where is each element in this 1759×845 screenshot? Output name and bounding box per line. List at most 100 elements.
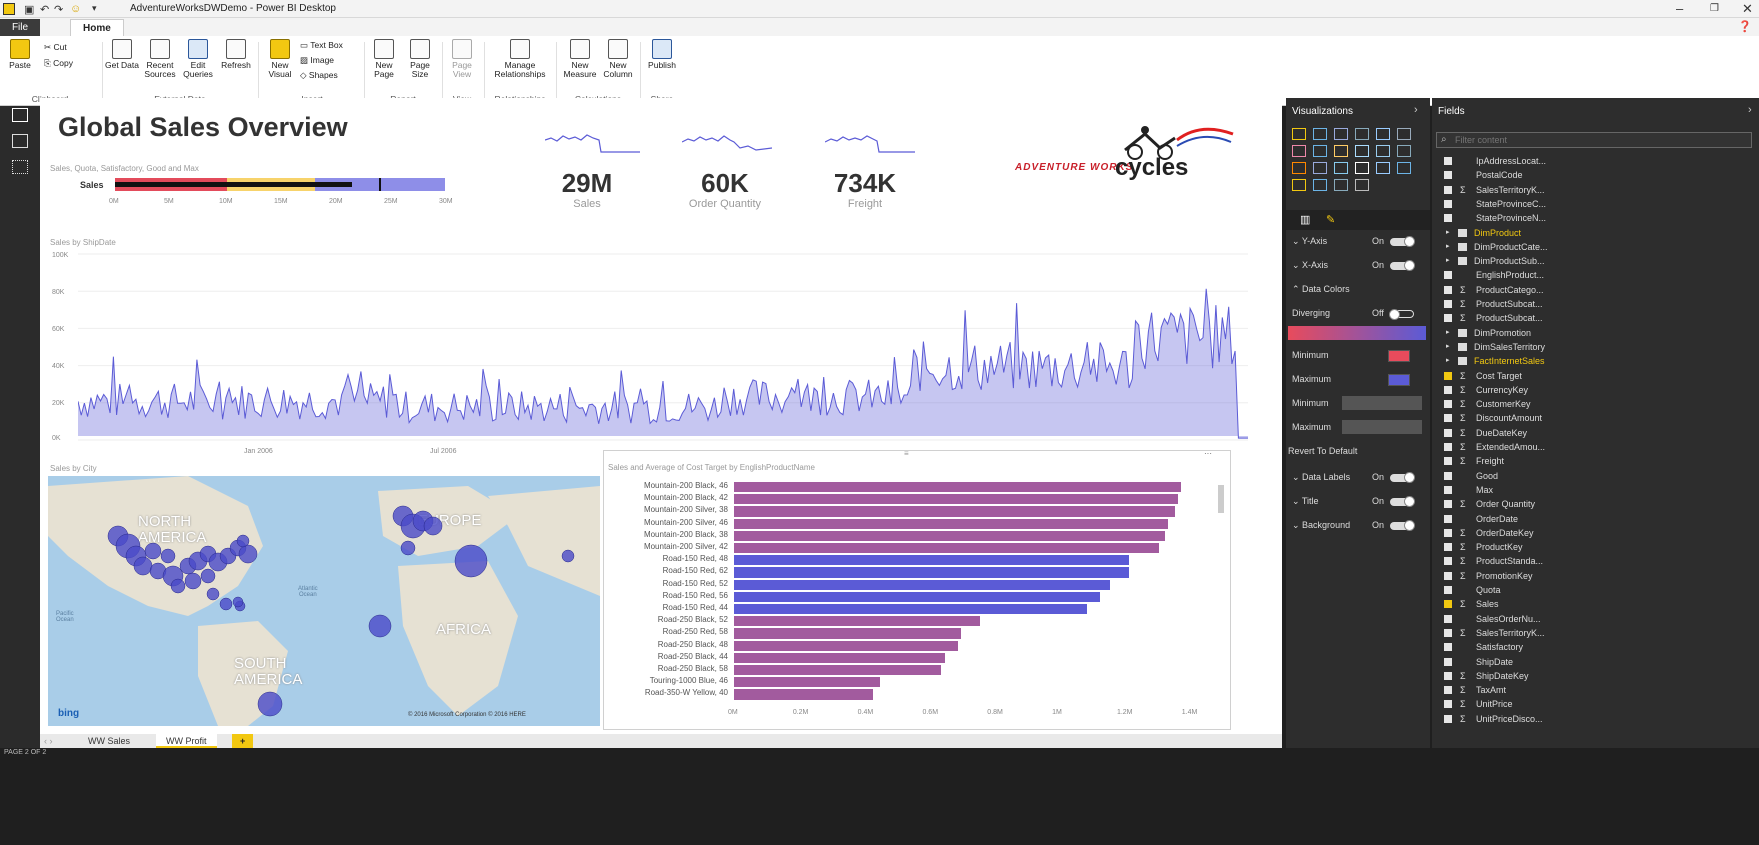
field-checkbox[interactable] [1444,400,1452,409]
bar[interactable] [734,652,945,663]
copy-button[interactable]: ⎘ Copy [44,58,73,69]
field-table-row[interactable]: ▸ DimSalesTerritory [1436,340,1756,354]
visual-type-icon[interactable] [1313,128,1327,140]
restore-button[interactable]: ❐ [1710,3,1719,14]
field-checkbox[interactable] [1444,700,1452,709]
field-checkbox[interactable] [1444,314,1452,323]
field-row[interactable]: Σ ProductKey [1436,540,1756,554]
field-table-row[interactable]: ▸ DimPromotion [1436,326,1756,340]
visual-type-icon[interactable] [1292,145,1306,157]
refresh-button[interactable]: Refresh [218,39,254,70]
bar[interactable] [734,543,1159,554]
field-row[interactable]: Σ Sales [1436,597,1756,611]
field-checkbox[interactable] [1444,714,1452,723]
field-table-row[interactable]: ▸ DimProduct [1436,226,1756,240]
field-checkbox[interactable] [1444,485,1452,494]
field-row[interactable]: Max [1436,483,1756,497]
bar[interactable] [734,591,1101,602]
field-checkbox[interactable] [1444,514,1452,523]
image-button[interactable]: ▨ Image [300,55,334,66]
page-tab-ww-sales[interactable]: WW Sales [78,734,140,748]
bar-chart-scrollbar[interactable] [1218,485,1224,513]
field-checkbox[interactable] [1444,300,1452,308]
expand-table-icon[interactable]: ▸ [1446,254,1450,268]
field-row[interactable]: EnglishProduct... [1436,268,1756,282]
field-row[interactable]: Σ UnitPriceDisco... [1436,712,1756,726]
publish-button[interactable]: Publish [644,39,680,70]
visual-type-icon[interactable] [1313,179,1327,191]
page-view-button[interactable]: Page View [444,39,480,79]
visual-type-icon[interactable] [1397,162,1411,174]
page-size-button[interactable]: Page Size [402,39,438,79]
help-icon[interactable]: ❓ [1738,20,1752,33]
new-column-button[interactable]: New Column [600,39,636,79]
field-row[interactable]: StateProvinceN... [1436,211,1756,225]
drag-handle-icon[interactable]: ≡ [904,449,909,458]
field-table-row[interactable]: ▸ DimProductSub... [1436,254,1756,268]
field-checkbox[interactable] [1444,428,1452,437]
cut-button[interactable]: ✂ Cut [44,42,67,53]
field-checkbox[interactable] [1444,571,1452,580]
data-labels-toggle[interactable] [1390,472,1415,483]
field-row[interactable]: PostalCode [1436,168,1756,182]
bar[interactable] [734,506,1175,517]
expand-table-icon[interactable]: ▸ [1446,326,1450,340]
customize-quick-access-icon[interactable]: ▾ [92,3,97,14]
format-data-labels[interactable]: ⌄ Data Labels [1292,472,1350,483]
visual-type-icon[interactable] [1397,145,1411,157]
data-view-icon[interactable] [12,134,28,148]
bar[interactable] [734,665,942,676]
fields-search-input[interactable] [1455,134,1735,146]
bar[interactable] [734,689,874,700]
tab-file[interactable]: File [0,19,40,36]
visual-type-icon[interactable] [1376,162,1390,174]
expand-table-icon[interactable]: ▸ [1446,340,1450,354]
field-row[interactable]: Good [1436,469,1756,483]
manage-relationships-button[interactable]: Manage Relationships [490,39,550,79]
field-checkbox[interactable] [1444,271,1452,280]
field-checkbox[interactable] [1444,457,1452,466]
new-page-button[interactable]: New Page [366,39,402,79]
field-checkbox[interactable] [1444,157,1452,165]
report-view-icon[interactable] [12,108,28,122]
expand-table-icon[interactable]: ▸ [1446,226,1450,240]
field-row[interactable]: Σ ProductCatego... [1436,283,1756,297]
bar[interactable] [734,628,961,639]
maximum-color-picker[interactable] [1388,374,1410,386]
field-checkbox[interactable] [1444,471,1452,480]
visual-type-icon[interactable] [1397,128,1411,140]
bar[interactable] [734,482,1182,493]
y-axis-toggle[interactable] [1390,236,1415,247]
more-options-icon[interactable]: ··· [1204,449,1212,458]
format-title[interactable]: ⌄ Title [1292,496,1319,507]
field-checkbox[interactable] [1444,586,1452,594]
save-icon[interactable]: ▣ [24,3,34,16]
text-box-button[interactable]: ▭ Text Box [300,40,343,51]
bar[interactable] [734,616,981,627]
x-axis-toggle[interactable] [1390,260,1415,271]
collapse-fields-icon[interactable]: › [1748,104,1752,116]
tab-home[interactable]: Home [70,19,124,36]
format-background[interactable]: ⌄ Background [1292,520,1350,531]
field-checkbox[interactable] [1444,199,1452,208]
field-row[interactable]: Σ ProductSubcat... [1436,311,1756,325]
field-table-row[interactable]: ▸ FactInternetSales [1436,354,1756,368]
collapse-pane-icon[interactable]: › [1414,104,1418,116]
bar[interactable] [734,567,1130,578]
field-row[interactable]: Σ ProductSubcat... [1436,297,1756,311]
field-row[interactable]: IpAddressLocat... [1436,154,1756,168]
visual-type-icon[interactable] [1334,128,1348,140]
minimum-value-input[interactable] [1342,396,1422,410]
field-row[interactable]: Σ OrderDateKey [1436,526,1756,540]
visual-type-icon[interactable] [1355,128,1369,140]
visual-type-icon[interactable] [1334,162,1348,174]
bar[interactable] [734,604,1088,615]
diverging-toggle[interactable] [1389,309,1414,320]
paste-button[interactable]: Paste [2,39,38,70]
shapes-button[interactable]: ◇ Shapes [300,70,338,81]
visual-type-icon[interactable] [1355,162,1369,174]
fields-search-box[interactable]: ⌕ [1436,132,1752,148]
revert-to-default-link[interactable]: Revert To Default [1288,446,1357,456]
field-row[interactable]: StateProvinceC... [1436,197,1756,211]
field-checkbox[interactable] [1444,657,1452,666]
